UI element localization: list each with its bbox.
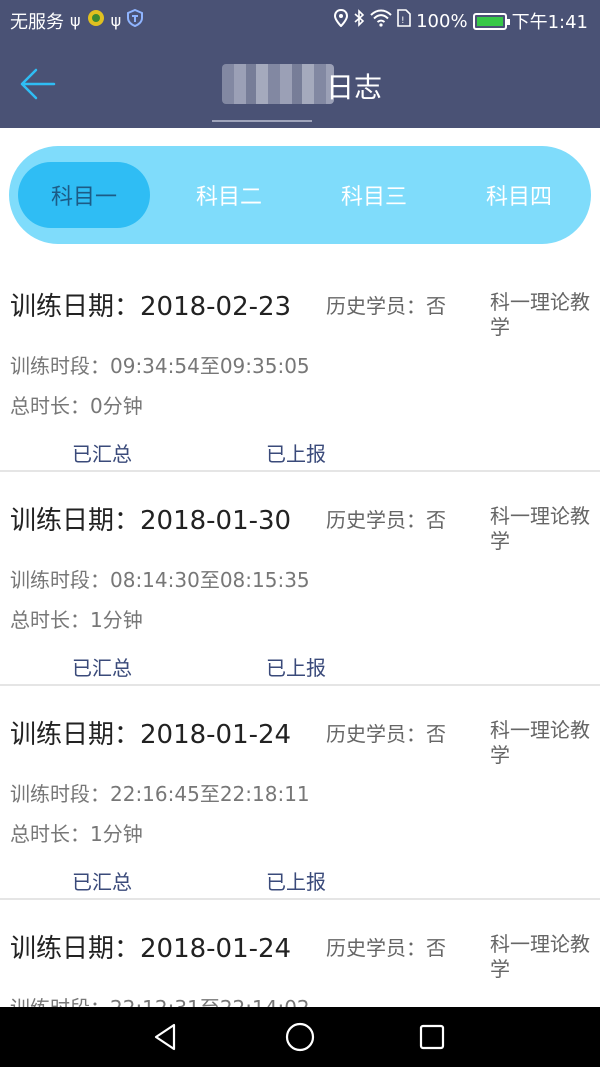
bluetooth-icon [353,9,365,33]
record-card[interactable]: 训练日期：2018-01-24 历史学员：否 科一理论教学 训练时段：22:16… [0,686,600,900]
title-area: 日志 [212,60,412,122]
tab-subject-4[interactable]: 科目四 [453,162,585,228]
summary-status: 已汇总 [72,442,132,466]
status-bar-left: 无服务 ψ ψ [10,8,144,34]
nav-back-button[interactable] [148,1019,184,1055]
battery-percent: 100% [416,10,468,32]
shield-icon [127,8,144,33]
subject-tabs: 科目一 科目二 科目三 科目四 [9,146,591,244]
wifi-icon [370,9,392,33]
app-icon [87,9,105,33]
sim-icon: ! [397,9,411,33]
total-duration: 总时长：1分钟 [10,822,143,846]
battery-fill [476,16,503,26]
history-student: 历史学员：否 [326,936,446,960]
training-period: 训练时段：22:12:31至22:14:02 [10,996,310,1008]
training-date: 训练日期：2018-02-23 [10,292,292,322]
svg-text:!: ! [401,16,405,26]
training-period: 训练时段：08:14:30至08:15:35 [10,568,310,592]
total-duration: 总时长：0分钟 [10,394,143,418]
redacted-name [222,64,334,104]
training-date: 训练日期：2018-01-24 [10,934,292,964]
record-card[interactable]: 训练日期：2018-01-24 历史学员：否 科一理论教学 训练时段：22:12… [0,900,600,1008]
subject-name: 科一理论教学 [490,504,590,553]
subject-name: 科一理论教学 [490,932,590,981]
carrier-text: 无服务 [10,12,64,33]
history-student: 历史学员：否 [326,722,446,746]
total-duration: 总时长：1分钟 [10,608,143,632]
subject-name: 科一理论教学 [490,290,590,339]
home-circle-icon [285,1022,315,1052]
report-status: 已上报 [266,656,326,680]
subject-name: 科一理论教学 [490,718,590,767]
training-date: 训练日期：2018-01-30 [10,506,292,536]
tab-subject-3[interactable]: 科目三 [308,162,440,228]
tab-subject-1[interactable]: 科目一 [18,162,150,228]
training-record-list[interactable]: 训练日期：2018-02-23 历史学员：否 科一理论教学 训练时段：09:34… [0,258,600,1008]
clock: 下午1:41 [511,12,588,33]
title-underline [212,120,312,122]
training-period: 训练时段：22:16:45至22:18:11 [10,782,310,806]
usb-icon: ψ [70,11,81,30]
back-triangle-icon [154,1023,176,1051]
report-status: 已上报 [266,442,326,466]
nav-home-button[interactable] [282,1019,318,1055]
page-title: 日志 [326,71,383,104]
record-card[interactable]: 训练日期：2018-02-23 历史学员：否 科一理论教学 训练时段：09:34… [0,258,600,472]
history-student: 历史学员：否 [326,508,446,532]
status-bar-right: ! 100% 下午1:41 [334,8,588,34]
recents-square-icon [419,1024,445,1050]
nav-recents-button[interactable] [414,1019,450,1055]
battery-icon [472,12,510,30]
location-icon [334,8,349,33]
training-period: 训练时段：09:34:54至09:35:05 [10,354,310,378]
arrow-left-icon [20,68,56,100]
app-bar: 日志 [0,40,600,128]
back-button[interactable] [14,60,62,108]
system-nav-bar [0,1007,600,1067]
usb-icon: ψ [110,11,122,30]
training-date: 训练日期：2018-01-24 [10,720,292,750]
report-status: 已上报 [266,870,326,894]
summary-status: 已汇总 [72,656,132,680]
record-card[interactable]: 训练日期：2018-01-30 历史学员：否 科一理论教学 训练时段：08:14… [0,472,600,686]
history-student: 历史学员：否 [326,294,446,318]
status-bar: 无服务 ψ ψ ! 100% 下午1:41 [0,0,600,40]
summary-status: 已汇总 [72,870,132,894]
tab-subject-2[interactable]: 科目二 [163,162,295,228]
